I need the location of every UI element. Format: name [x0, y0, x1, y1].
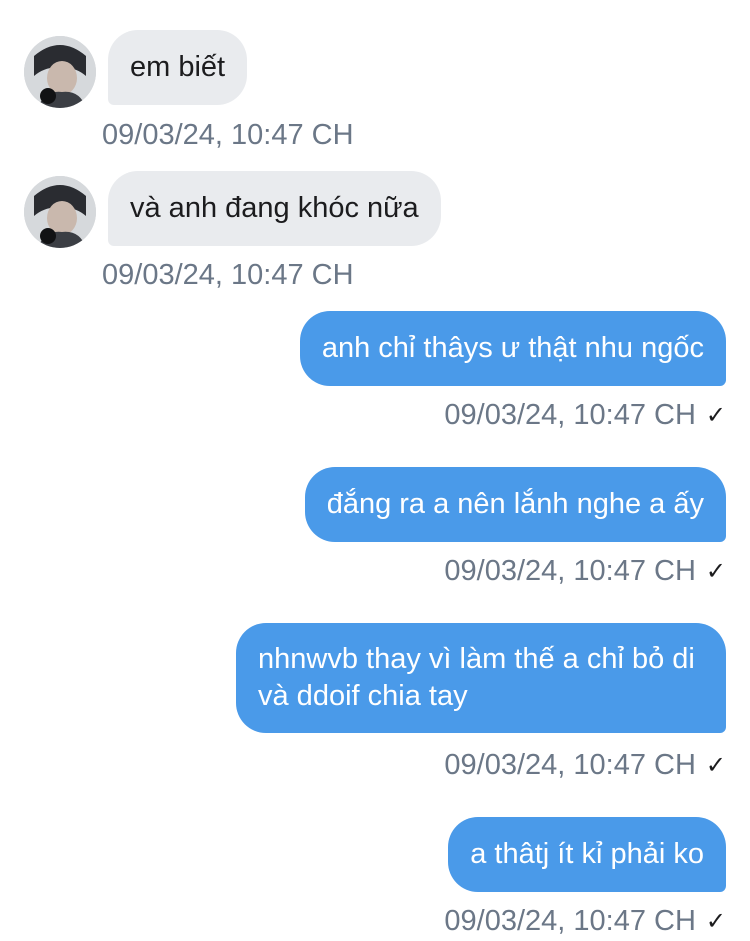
message-timestamp: 09/03/24, 10:47 CH	[444, 749, 696, 781]
message-meta: 09/03/24, 10:47 CH ✓	[444, 553, 726, 590]
avatar[interactable]	[24, 36, 96, 108]
avatar[interactable]	[24, 176, 96, 248]
message-bubble-outgoing[interactable]: a thâtj ít kỉ phải ko	[448, 817, 726, 892]
message-bubble-incoming[interactable]: em biết	[108, 30, 248, 105]
chat-thread: em biết 09/03/24, 10:47 CH và anh đang k…	[0, 0, 750, 941]
check-icon: ✓	[705, 402, 726, 429]
message-meta: 09/03/24, 10:47 CH ✓	[444, 903, 726, 940]
check-icon: ✓	[705, 752, 726, 779]
message-bubble-outgoing[interactable]: đắng ra a nên lắnh nghe a ấy	[304, 467, 726, 542]
message-meta: 09/03/24, 10:47 CH ✓	[444, 397, 726, 434]
message-meta: 09/03/24, 10:47 CH ✓	[444, 747, 726, 784]
message-timestamp: 09/03/24, 10:47 CH	[444, 905, 696, 937]
user-avatar-icon	[24, 176, 96, 248]
check-icon: ✓	[705, 908, 726, 935]
check-icon: ✓	[705, 558, 726, 585]
message-timestamp: 09/03/24, 10:47 CH	[444, 555, 696, 587]
message-bubble-incoming[interactable]: và anh đang khóc nữa	[108, 171, 441, 246]
message-bubble-outgoing[interactable]: anh chỉ thâys ư thật nhu ngốc	[299, 311, 726, 386]
user-avatar-icon	[24, 36, 96, 108]
message-timestamp: 09/03/24, 10:47 CH	[102, 119, 354, 151]
message-timestamp: 09/03/24, 10:47 CH	[102, 259, 354, 291]
message-timestamp: 09/03/24, 10:47 CH	[444, 399, 696, 431]
message-bubble-outgoing[interactable]: nhnwvb thay vì làm thế a chỉ bỏ di và dd…	[236, 623, 726, 733]
